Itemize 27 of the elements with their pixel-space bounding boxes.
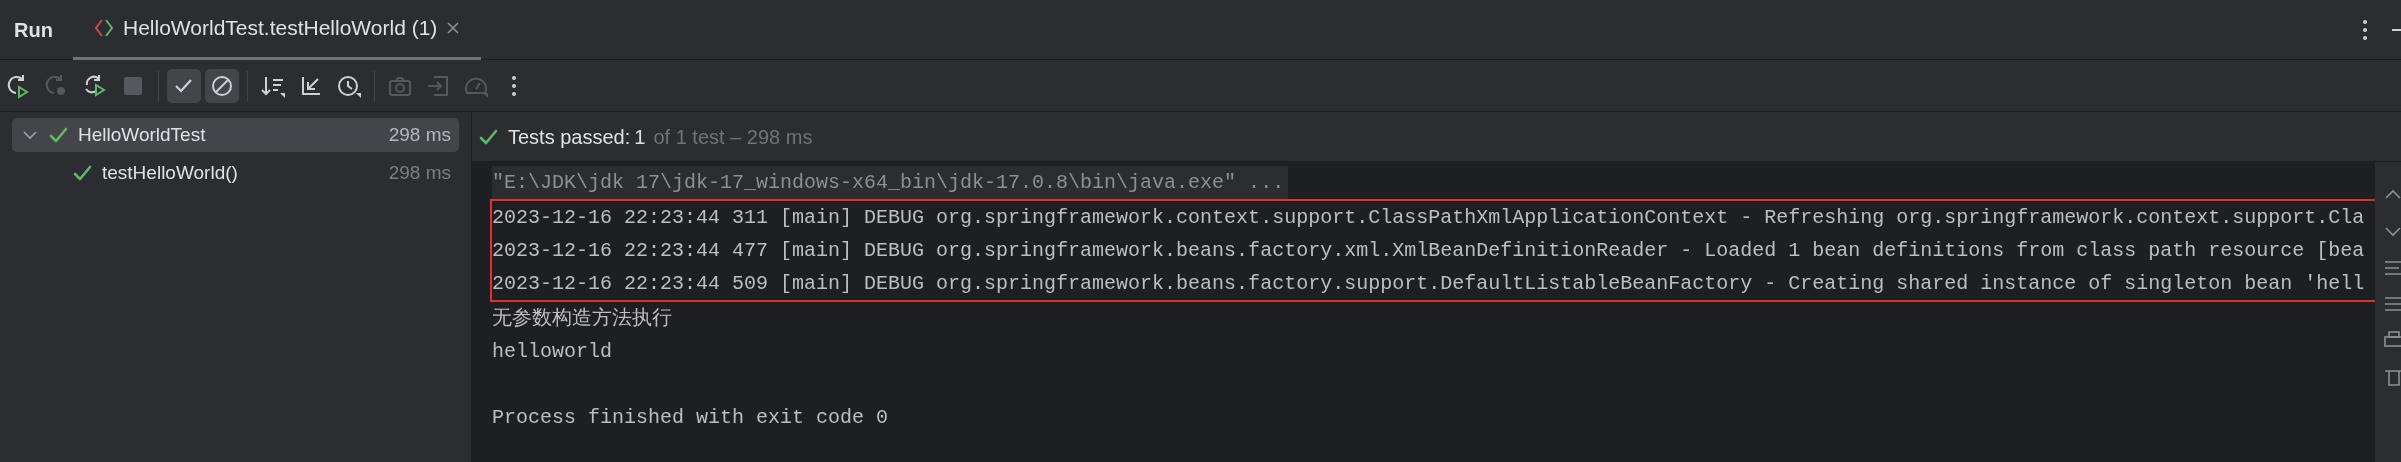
tree-item[interactable]: HelloWorldTest 298 ms	[12, 118, 459, 152]
console-line: 无参数构造方法执行	[492, 307, 672, 330]
check-icon	[72, 163, 94, 183]
run-tab[interactable]: HelloWorldTest.testHelloWorld (1)	[73, 0, 482, 60]
status-label: Tests passed:	[508, 124, 631, 150]
console-line: Process finished with exit code 0	[492, 406, 889, 429]
console-line: helloworld	[492, 340, 613, 363]
console-line: 2023-12-16 22:23:44 477 [main] DEBUG org.springframework.beans.factory.xml.XmlBeanDefinitionReader - Loaded 1 bean definitions from class path resource [bea	[492, 239, 2365, 262]
console-line: 2023-12-16 22:23:44 311 [main] DEBUG org.springframework.context.support.ClassPathXmlApplicationContext - Refreshing org.springframework.context.support.Cla	[492, 206, 2365, 229]
toolbar-button[interactable]	[167, 68, 201, 103]
toolbar-button[interactable]	[205, 68, 239, 103]
panel-title: Run	[13, 17, 54, 43]
tree-item[interactable]: testHelloWorld() 298 ms	[12, 156, 459, 190]
close-icon[interactable]	[445, 20, 462, 36]
test-duration: 298 ms	[388, 122, 451, 147]
test-icon	[93, 17, 115, 39]
console-line: 2023-12-16 22:23:44 509 [main] DEBUG org.springframework.beans.factory.support.DefaultListableBeanFactory - Creating shared instance of singleton bean 'hell	[492, 272, 2365, 295]
test-name: testHelloWorld()	[102, 160, 239, 185]
toggle-rerun-icon	[82, 72, 108, 99]
wrap-icon[interactable]	[2383, 258, 2401, 278]
print-icon[interactable]	[2383, 330, 2401, 350]
test-name: HelloWorldTest	[78, 122, 207, 147]
check-icon	[48, 125, 70, 145]
scroll-icon[interactable]	[2383, 294, 2401, 314]
passed-count: 1	[634, 124, 646, 150]
status-detail: of 1 test – 298 ms	[653, 124, 813, 150]
test-duration: 298 ms	[388, 160, 451, 185]
